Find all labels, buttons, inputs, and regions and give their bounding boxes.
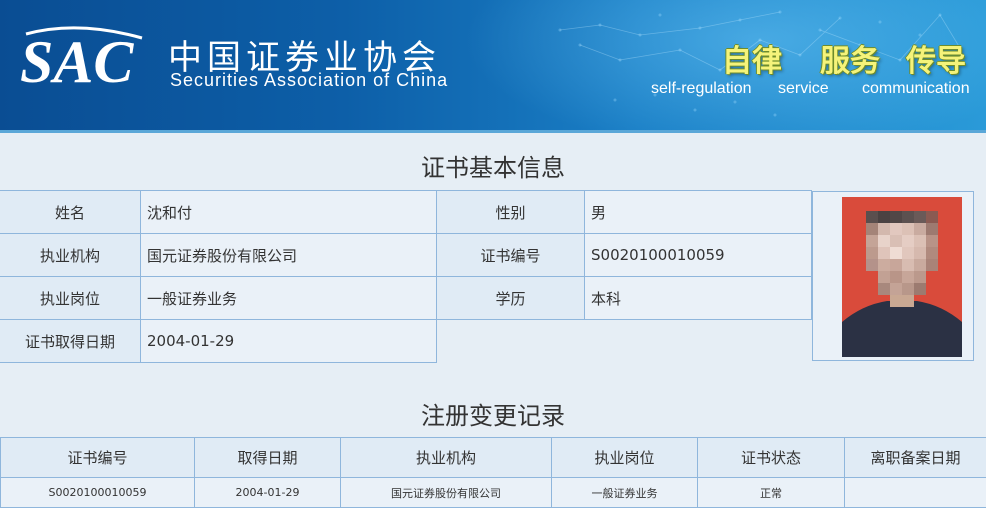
cert-no-label: 证书编号: [437, 234, 585, 277]
col-header-leave-date: 离职备案日期: [845, 438, 986, 478]
org-label: 执业机构: [0, 234, 141, 277]
cell-date: 2004-01-29: [195, 478, 341, 508]
cert-info-row: 姓名 沈和付 性别 男: [0, 191, 812, 234]
sac-logo-text: SAC: [20, 29, 134, 94]
col-header-date: 取得日期: [195, 438, 341, 478]
cert-info-title: 证书基本信息: [0, 148, 986, 183]
cert-no-value: S0020100010059: [585, 234, 812, 277]
empty-cell: [437, 320, 812, 363]
gender-label: 性别: [437, 191, 585, 234]
slogan-communication: 传导: [906, 36, 966, 80]
cell-position: 一般证券业务: [552, 478, 698, 508]
cert-info-table: 姓名 沈和付 性别 男 执业机构 国元证券股份有限公司 证书编号 S002010…: [0, 190, 812, 363]
portrait-photo: [842, 197, 962, 357]
slogan-communication-en: communication: [862, 80, 970, 98]
cert-info-row: 证书取得日期 2004-01-29: [0, 320, 812, 363]
cell-status: 正常: [698, 478, 845, 508]
org-value: 国元证券股份有限公司: [141, 234, 437, 277]
history-title: 注册变更记录: [0, 396, 986, 431]
cell-cert-no: S0020100010059: [1, 478, 195, 508]
photo-cell: [812, 191, 974, 361]
table-row: S0020100010059 2004-01-29 国元证券股份有限公司 一般证…: [1, 478, 986, 508]
position-value: 一般证券业务: [141, 277, 437, 320]
cert-info-row: 执业岗位 一般证券业务 学历 本科: [0, 277, 812, 320]
slogan-service: 服务: [820, 36, 880, 80]
slogan-self-regulation-en: self-regulation: [651, 80, 752, 98]
cell-leave-date: [845, 478, 986, 508]
org-name-en: Securities Association of China: [170, 70, 448, 91]
col-header-cert-no: 证书编号: [1, 438, 195, 478]
position-label: 执业岗位: [0, 277, 141, 320]
col-header-position: 执业岗位: [552, 438, 698, 478]
education-value: 本科: [585, 277, 812, 320]
education-label: 学历: [437, 277, 585, 320]
banner-divider: [0, 130, 986, 133]
date-value: 2004-01-29: [141, 320, 437, 363]
header-banner: SAC 中国证券业协会 Securities Association of Ch…: [0, 0, 986, 133]
name-label: 姓名: [0, 191, 141, 234]
history-table: 证书编号 取得日期 执业机构 执业岗位 证书状态 离职备案日期 S0020100…: [0, 437, 986, 508]
date-label: 证书取得日期: [0, 320, 141, 363]
col-header-status: 证书状态: [698, 438, 845, 478]
slogan-service-en: service: [778, 80, 829, 98]
slogan-self-regulation: 自律: [722, 36, 782, 80]
gender-value: 男: [585, 191, 812, 234]
pixelated-portrait-icon: [842, 197, 962, 357]
cert-info-row: 执业机构 国元证券股份有限公司 证书编号 S0020100010059: [0, 234, 812, 277]
name-value: 沈和付: [141, 191, 437, 234]
col-header-org: 执业机构: [341, 438, 552, 478]
sac-logo-icon: SAC: [18, 24, 148, 94]
history-header-row: 证书编号 取得日期 执业机构 执业岗位 证书状态 离职备案日期: [1, 438, 986, 478]
cell-org: 国元证券股份有限公司: [341, 478, 552, 508]
